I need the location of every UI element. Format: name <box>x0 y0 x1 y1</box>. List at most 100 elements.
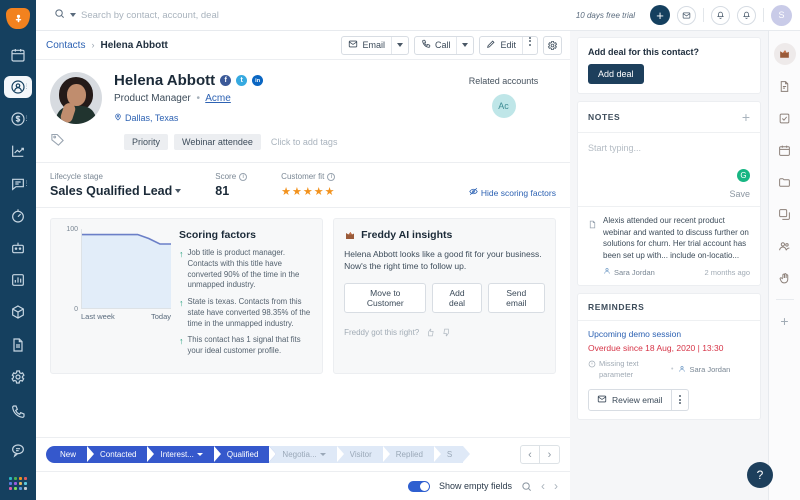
email-dropdown-caret-icon[interactable] <box>392 37 408 54</box>
email-button[interactable]: Email <box>342 37 391 54</box>
sidebar-item-contacts[interactable]: ⋮ <box>4 75 32 99</box>
thumbs-up-icon[interactable] <box>426 324 435 342</box>
record-prev-button[interactable]: ‹ <box>541 479 545 493</box>
pipeline-stage-qualified[interactable]: Qualified <box>213 446 276 463</box>
stats-row: Lifecycle stage Sales Qualified Lead Sco… <box>36 163 570 208</box>
edit-button[interactable]: Edit <box>480 37 522 54</box>
review-email-button[interactable]: Review email <box>588 388 672 411</box>
note-list-item[interactable]: Alexis attended our recent product webin… <box>578 206 760 285</box>
add-new-button[interactable]: + <box>650 5 670 25</box>
sidebar-item-bots[interactable] <box>4 237 32 259</box>
more-options-icon[interactable] <box>523 36 537 54</box>
info-icon[interactable]: i <box>327 172 336 181</box>
related-account-avatar[interactable]: Ac <box>491 94 516 118</box>
call-button-group[interactable]: Call <box>413 35 475 55</box>
hide-scoring-factors-link[interactable]: Hide scoring factors <box>469 187 556 198</box>
search-input[interactable] <box>81 9 341 21</box>
add-note-icon[interactable]: + <box>742 110 750 124</box>
pipeline-stage-interested[interactable]: Interest... <box>147 446 222 463</box>
sidebar-item-duplicates[interactable] <box>774 203 796 225</box>
pipeline-prev-button[interactable]: ‹ <box>520 445 540 464</box>
lifecycle-stage-value[interactable]: Sales Qualified Lead <box>50 184 182 198</box>
record-next-button[interactable]: › <box>554 479 558 493</box>
note-input[interactable]: Start typing... <box>578 133 760 169</box>
chart-x-labels: Last week Today <box>61 312 171 321</box>
bell-icon[interactable] <box>737 5 756 25</box>
sidebar-item-products[interactable] <box>4 301 32 323</box>
breadcrumb: Contacts › Helena Abbott Email Call Edit <box>36 31 570 60</box>
help-button[interactable]: ? <box>747 462 773 488</box>
sidebar-item-calendar[interactable] <box>4 44 32 66</box>
sidebar-item-activities[interactable] <box>774 267 796 289</box>
search-scope-caret-icon[interactable] <box>70 13 76 17</box>
search-icon[interactable] <box>521 481 532 492</box>
sidebar-item-deals[interactable]: ⋮ <box>4 108 32 130</box>
edit-button-group[interactable]: Edit <box>479 35 538 55</box>
sidebar-item-analytics[interactable] <box>4 140 32 162</box>
pipeline-stage-contacted[interactable]: Contacted <box>87 446 156 463</box>
sidebar-item-tasks[interactable] <box>774 107 796 129</box>
send-email-button[interactable]: Send email <box>487 282 546 313</box>
announcement-icon[interactable] <box>711 5 730 25</box>
pipeline-stage-new[interactable]: New <box>46 446 95 463</box>
grammarly-icon[interactable]: G <box>737 169 750 182</box>
scoring-factor-item: ↑ Job title is product manager. Contacts… <box>179 248 300 290</box>
sidebar-item-freddy[interactable] <box>773 43 796 65</box>
tag-chip[interactable]: Webinar attendee <box>174 134 261 150</box>
chart-svg <box>82 229 171 308</box>
email-button-group[interactable]: Email <box>341 35 409 55</box>
reminder-more-options-icon[interactable] <box>671 388 689 411</box>
pipeline-stage-negotiation[interactable]: Negotia... <box>269 446 344 463</box>
reminders-title: REMINDERS <box>588 302 645 313</box>
pipeline-next-button[interactable]: › <box>540 445 560 464</box>
center-column: Contacts › Helena Abbott Email Call Edit… <box>36 31 570 500</box>
contact-company-link[interactable]: Acme <box>205 93 231 104</box>
breadcrumb-parent[interactable]: Contacts <box>46 40 85 51</box>
tag-chip[interactable]: Priority <box>124 134 169 150</box>
sidebar-item-notes[interactable] <box>774 75 796 97</box>
tag-icon <box>50 132 72 152</box>
sidebar-item-campaigns[interactable] <box>4 205 32 227</box>
call-dropdown-caret-icon[interactable] <box>457 37 473 54</box>
add-deal-button[interactable]: Add deal <box>588 64 644 84</box>
add-tag-hint[interactable]: Click to add tags <box>271 137 338 147</box>
move-to-customer-button[interactable]: Move to Customer <box>344 282 427 313</box>
info-icon[interactable]: i <box>239 172 248 181</box>
divider <box>775 299 794 300</box>
app-switcher-icon[interactable] <box>9 477 27 491</box>
contact-location[interactable]: Dallas, Texas <box>114 113 451 123</box>
sidebar-bottom-group <box>4 393 32 500</box>
reminder-actions: Review email <box>588 388 750 411</box>
mail-icon[interactable] <box>677 5 696 25</box>
global-search[interactable] <box>44 6 576 24</box>
sidebar-item-documents[interactable] <box>4 334 32 356</box>
avatar[interactable]: S <box>771 4 792 26</box>
sidebar-item-chat[interactable] <box>4 436 32 464</box>
contact-title-row: Product Manager • Acme <box>114 93 451 104</box>
twitter-icon[interactable]: t <box>236 75 248 86</box>
add-deal-button[interactable]: Add deal <box>432 282 482 313</box>
add-widget-button[interactable]: + <box>774 310 796 332</box>
facebook-icon[interactable]: f <box>220 75 232 86</box>
sidebar-item-contacts-related[interactable] <box>774 235 796 257</box>
freshworks-logo-icon[interactable] <box>6 8 30 29</box>
note-meta: Sara Jordan 2 months ago <box>603 267 750 277</box>
sidebar-item-phone[interactable] <box>4 398 32 426</box>
pipeline-stage-next[interactable]: S <box>433 446 471 463</box>
linkedin-icon[interactable]: in <box>252 75 264 86</box>
settings-gear-icon[interactable] <box>543 35 562 55</box>
thumbs-down-icon[interactable] <box>442 324 451 342</box>
sidebar-item-conversations[interactable]: ⋮ <box>4 173 32 195</box>
pipeline-stage-replied[interactable]: Replied <box>382 446 442 463</box>
show-empty-fields-toggle[interactable] <box>407 480 430 492</box>
reminder-title[interactable]: Upcoming demo session <box>588 329 750 339</box>
pipeline-stage-visitor[interactable]: Visitor <box>336 446 390 463</box>
sidebar-item-reports[interactable] <box>4 269 32 291</box>
sidebar-item-appointments[interactable] <box>774 139 796 161</box>
sidebar-item-settings[interactable] <box>4 366 32 388</box>
save-note-button[interactable]: Save <box>729 189 750 199</box>
sidebar-dots: ⋮ <box>23 115 30 123</box>
call-button[interactable]: Call <box>415 37 457 54</box>
sidebar-item-files[interactable] <box>774 171 796 193</box>
note-author: Sara Jordan <box>603 267 655 277</box>
